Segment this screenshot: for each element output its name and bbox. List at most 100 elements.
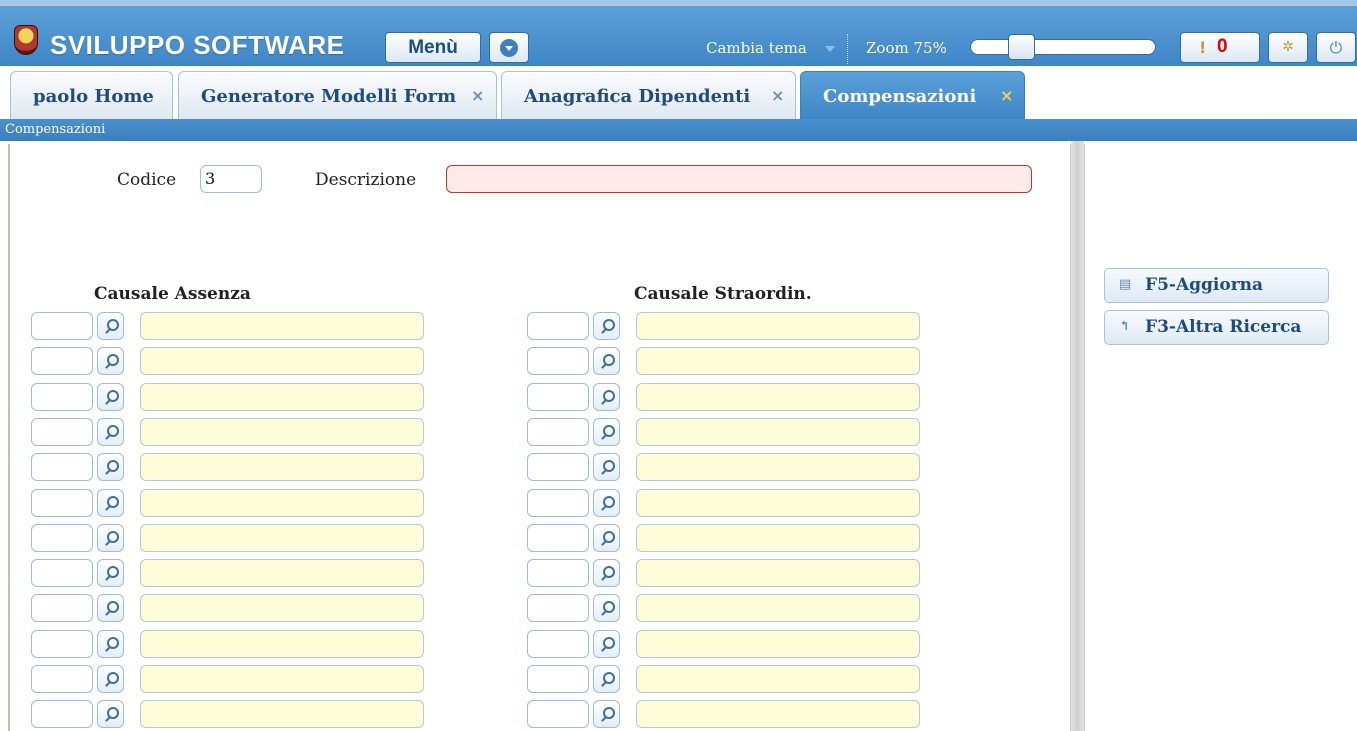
menu-button[interactable]: Menù [385,32,481,63]
undo-icon: ↰ [1119,319,1130,334]
search-icon[interactable] [97,453,124,481]
causale-assenza-code-input[interactable] [31,594,93,622]
causale-straordin-code-input[interactable] [527,630,589,658]
theme-switcher[interactable]: Cambia tema [706,39,807,57]
causale-straordin-code-input[interactable] [527,524,589,552]
search-icon[interactable] [97,347,124,375]
search-icon[interactable] [593,700,620,728]
causale-assenza-code-input[interactable] [31,489,93,517]
tab-anagrafica-dipendenti[interactable]: Anagrafica Dipendenti × [501,71,796,119]
tab-generatore-modelli-form[interactable]: Generatore Modelli Form × [178,71,497,119]
causale-straordin-description-field [636,594,920,622]
codice-input[interactable]: 3 [200,165,262,193]
causale-assenza-description-field [140,383,424,411]
causale-straordin-code-input[interactable] [527,347,589,375]
causale-assenza-description-field [140,630,424,658]
search-icon[interactable] [97,594,124,622]
causale-straordin-code-input[interactable] [527,453,589,481]
causale-straordin-row [527,524,920,552]
causale-straordin-row [527,630,920,658]
zoom-slider-handle[interactable] [1008,34,1035,60]
search-icon[interactable] [97,418,124,446]
chevron-down-icon [500,39,518,57]
causale-straordin-description-field [636,524,920,552]
close-icon[interactable]: × [771,86,784,105]
causale-straordin-code-input[interactable] [527,559,589,587]
descrizione-label: Descrizione [315,170,417,190]
search-icon[interactable] [97,383,124,411]
search-icon[interactable] [593,630,620,658]
causale-straordin-row [527,383,920,411]
tab-label: Anagrafica Dipendenti [524,86,751,107]
causale-straordin-description-field [636,489,920,517]
causale-straordin-code-input[interactable] [527,383,589,411]
causale-assenza-code-input[interactable] [31,347,93,375]
aggiorna-button[interactable]: ▤ F5-Aggiorna [1104,268,1329,303]
causale-assenza-code-input[interactable] [31,312,93,340]
causale-assenza-row [31,665,424,693]
caret-down-icon[interactable] [825,46,835,52]
causale-assenza-code-input[interactable] [31,453,93,481]
causale-assenza-row [31,630,424,658]
causale-assenza-description-field [140,347,424,375]
search-icon[interactable] [593,665,620,693]
search-icon[interactable] [593,347,620,375]
actions-panel [1084,144,1357,731]
altra-ricerca-label: F3-Altra Ricerca [1145,317,1302,337]
search-icon[interactable] [97,665,124,693]
tab-compensazioni[interactable]: Compensazioni × [800,71,1025,119]
causale-straordin-description-field [636,347,920,375]
search-icon[interactable] [97,700,124,728]
causale-assenza-code-input[interactable] [31,559,93,587]
causale-straordin-code-input[interactable] [527,665,589,693]
notifications-count: 0 [1217,36,1228,57]
descrizione-input[interactable] [446,165,1032,193]
settings-button[interactable]: ✲ [1268,32,1308,63]
causale-assenza-code-input[interactable] [31,700,93,728]
gear-icon: ✲ [1282,39,1294,55]
altra-ricerca-button[interactable]: ↰ F3-Altra Ricerca [1104,310,1329,345]
search-icon[interactable] [97,559,124,587]
tab-label: Generatore Modelli Form [201,86,457,107]
search-icon[interactable] [593,559,620,587]
search-icon[interactable] [593,312,620,340]
causale-assenza-description-field [140,700,424,728]
search-icon[interactable] [593,524,620,552]
search-icon[interactable] [593,453,620,481]
tab-label: Compensazioni [823,86,977,107]
search-icon[interactable] [593,489,620,517]
search-icon[interactable] [593,383,620,411]
causale-assenza-row [31,524,424,552]
power-icon: ⏻ [1329,38,1343,57]
causale-assenza-title: Causale Assenza [94,284,251,304]
menu-dropdown-button[interactable] [489,32,529,63]
causale-assenza-description-field [140,489,424,517]
search-icon[interactable] [97,524,124,552]
causale-assenza-code-input[interactable] [31,418,93,446]
logout-button[interactable]: ⏻ [1316,32,1356,63]
causale-assenza-code-input[interactable] [31,665,93,693]
search-icon[interactable] [97,630,124,658]
notifications-button[interactable]: ! 0 [1180,32,1260,63]
causale-straordin-code-input[interactable] [527,312,589,340]
zoom-slider-track[interactable] [970,39,1156,55]
search-icon[interactable] [593,418,620,446]
causale-straordin-code-input[interactable] [527,594,589,622]
tab-home[interactable]: paolo Home [10,71,173,119]
causale-straordin-description-field [636,700,920,728]
search-icon[interactable] [593,594,620,622]
close-icon[interactable]: × [1000,86,1013,105]
causale-straordin-code-input[interactable] [527,489,589,517]
causale-straordin-code-input[interactable] [527,700,589,728]
causale-straordin-description-field [636,665,920,693]
causale-assenza-code-input[interactable] [31,383,93,411]
close-icon[interactable]: × [471,86,484,105]
search-icon[interactable] [97,312,124,340]
causale-assenza-code-input[interactable] [31,630,93,658]
causale-assenza-code-input[interactable] [31,524,93,552]
causale-straordin-code-input[interactable] [527,418,589,446]
causale-assenza-row [31,489,424,517]
panel-splitter[interactable] [1071,141,1084,731]
search-icon[interactable] [97,489,124,517]
tab-bar: paolo Home Generatore Modelli Form × Ana… [0,66,1357,119]
